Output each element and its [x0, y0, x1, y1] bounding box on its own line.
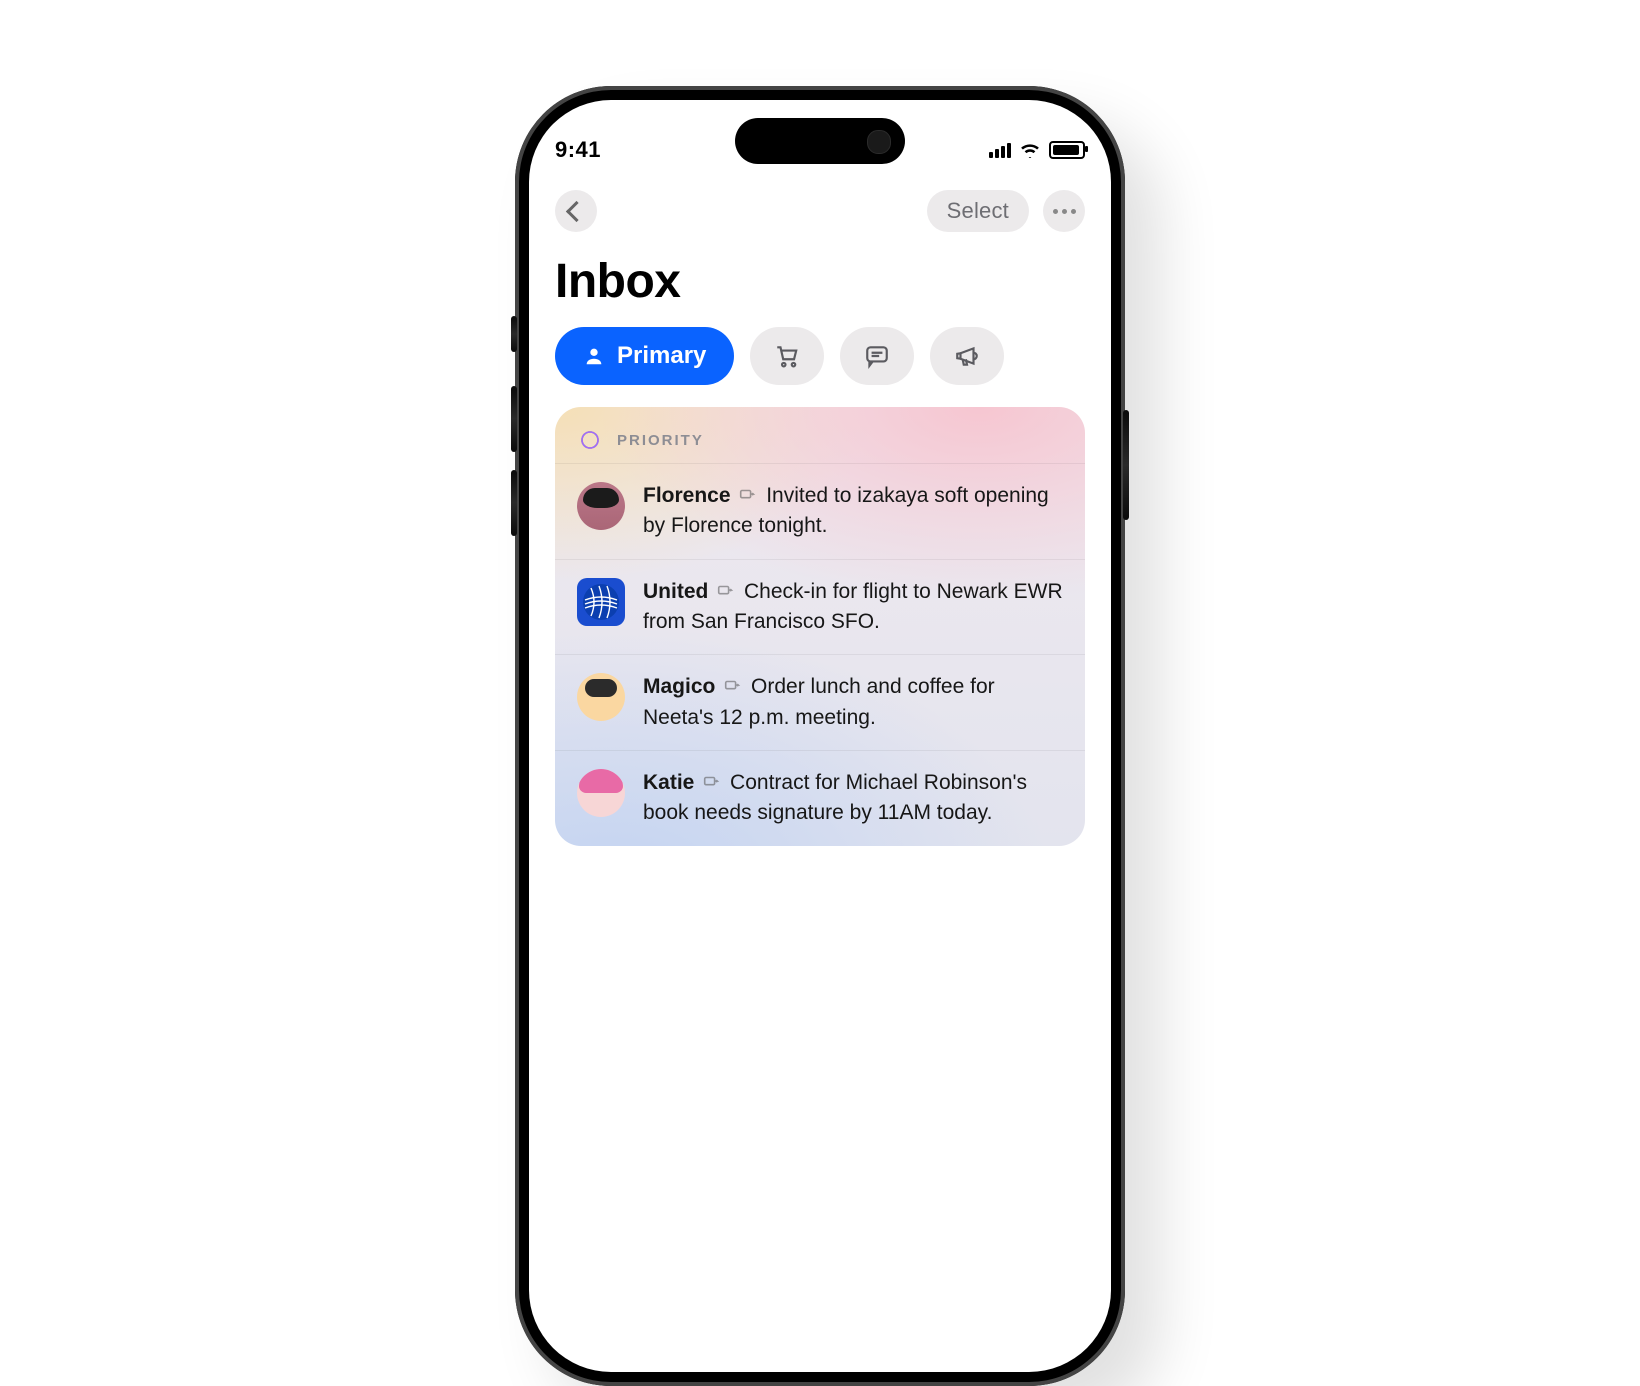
intelligence-icon	[577, 427, 603, 453]
cellular-icon	[989, 142, 1011, 158]
battery-icon	[1049, 141, 1085, 159]
back-button[interactable]	[555, 190, 597, 232]
tab-primary[interactable]: Primary	[555, 327, 734, 385]
avatar	[577, 769, 625, 817]
tab-transactions[interactable]	[750, 327, 824, 385]
side-volume-up	[511, 386, 517, 452]
priority-line: Magico Order lunch and coffee for Neeta'…	[643, 673, 1063, 732]
sender-name: Magico	[643, 675, 715, 698]
megaphone-icon	[954, 343, 980, 369]
chevron-left-icon	[565, 200, 586, 221]
cart-icon	[774, 343, 800, 369]
more-button[interactable]	[1043, 190, 1085, 232]
priority-card: PRIORITY Florence Invited to izakaya sof…	[555, 407, 1085, 846]
device-frame: 9:41 Select	[515, 86, 1125, 1386]
sender-name: Florence	[643, 484, 731, 507]
category-tabs: Primary	[555, 327, 1085, 385]
screen: 9:41 Select	[529, 100, 1111, 1372]
priority-line: Florence Invited to izakaya soft opening…	[643, 482, 1063, 541]
summary-icon	[702, 771, 720, 799]
summary-icon	[716, 580, 734, 608]
summary-text: Contract for Michael Robinson's book nee…	[643, 771, 1027, 824]
wifi-icon	[1019, 142, 1041, 158]
priority-item-katie[interactable]: Katie Contract for Michael Robinson's bo…	[555, 750, 1085, 846]
priority-item-florence[interactable]: Florence Invited to izakaya soft opening…	[555, 463, 1085, 559]
united-globe-icon	[579, 580, 623, 624]
summary-icon	[738, 484, 756, 512]
person-icon	[583, 345, 605, 367]
status-clock: 9:41	[555, 137, 601, 163]
status-indicators	[989, 141, 1085, 159]
nav-bar: Select	[555, 190, 1085, 232]
avatar	[577, 482, 625, 530]
message-icon	[864, 343, 890, 369]
priority-line: United Check-in for flight to Newark EWR…	[643, 578, 1063, 637]
select-button-label: Select	[947, 198, 1009, 224]
side-power-button	[1123, 410, 1129, 520]
tab-updates[interactable]	[840, 327, 914, 385]
avatar	[577, 673, 625, 721]
sender-name: Katie	[643, 771, 694, 794]
side-mute-switch	[511, 316, 517, 352]
summary-icon	[723, 675, 741, 703]
priority-header-label: PRIORITY	[617, 432, 704, 449]
ellipsis-icon	[1053, 209, 1076, 214]
sender-name: United	[643, 580, 708, 603]
dynamic-island	[735, 118, 905, 164]
priority-item-magico[interactable]: Magico Order lunch and coffee for Neeta'…	[555, 654, 1085, 750]
page-title: Inbox	[555, 254, 1085, 309]
priority-item-united[interactable]: United Check-in for flight to Newark EWR…	[555, 559, 1085, 655]
priority-header: PRIORITY	[555, 407, 1085, 463]
priority-line: Katie Contract for Michael Robinson's bo…	[643, 769, 1063, 828]
avatar	[577, 578, 625, 626]
tab-promotions[interactable]	[930, 327, 1004, 385]
side-volume-down	[511, 470, 517, 536]
tab-primary-label: Primary	[617, 342, 706, 370]
select-button[interactable]: Select	[927, 190, 1029, 232]
